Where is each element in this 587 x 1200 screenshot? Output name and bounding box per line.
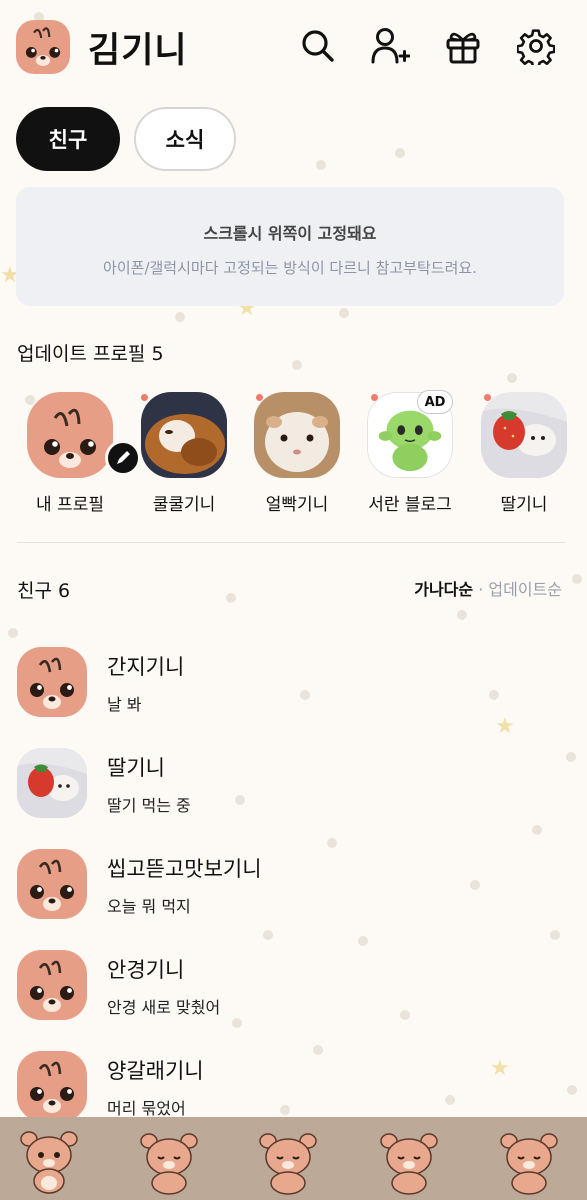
gift-button[interactable] <box>443 26 483 66</box>
profile-item-blog[interactable]: AD 서란 블로그 <box>360 390 460 515</box>
profile-item-kulkul[interactable]: 쿨쿨기니 <box>134 392 234 515</box>
bear-sleeping-icon <box>380 1133 438 1195</box>
bottom-tab-4[interactable] <box>374 1125 444 1195</box>
guinea-pig-sleeping-image <box>141 392 227 478</box>
guinea-pig-photo <box>254 392 340 478</box>
bear-sleeping-icon <box>259 1133 317 1195</box>
notice-banner: 스크롤시 위쪽이 고정돼요 아이폰/갤럭시마다 고정되는 방식이 다르니 참고부… <box>16 187 564 306</box>
bottom-tab-bar <box>0 1117 587 1200</box>
profile-item-ttalgini[interactable]: 딸기니 <box>474 392 574 515</box>
top-header: 김기니 <box>0 0 587 92</box>
bottom-tab-3[interactable] <box>253 1125 323 1195</box>
bear-avatar-image <box>17 1051 87 1121</box>
bottom-tab-2[interactable] <box>134 1125 204 1195</box>
hamster-photo <box>17 748 87 818</box>
pencil-icon <box>117 451 130 464</box>
profile-name: 서란 블로그 <box>368 495 452 515</box>
bear-avatar-image <box>27 392 113 478</box>
friend-name: 간지기니 <box>107 655 185 679</box>
new-dot <box>141 394 148 401</box>
sort-updated[interactable]: 업데이트순 <box>488 580 562 599</box>
bear-avatar-image <box>17 849 87 919</box>
profile-item-my-profile[interactable]: 내 프로필 <box>20 392 141 515</box>
bear-face-icon <box>17 647 87 717</box>
friend-row-ttalgini[interactable]: 딸기니 딸기 먹는 중 <box>0 748 587 828</box>
sort-options: 가나다순 · 업데이트순 <box>414 576 562 600</box>
friend-row-ssipgo[interactable]: 씹고뜯고맛보기니 오늘 뭐 먹지 <box>0 849 587 929</box>
strawberry-hat-hamster-image <box>17 748 87 818</box>
friend-status: 날 봐 <box>107 695 142 714</box>
friend-name: 안경기니 <box>107 958 185 982</box>
my-profile-avatar[interactable] <box>16 20 70 74</box>
guinea-pig-photo <box>141 392 227 478</box>
section-divider <box>17 542 565 543</box>
updated-profiles-title: 업데이트 프로필 5 <box>17 343 164 365</box>
notice-subtitle: 아이폰/갤럭시마다 고정되는 방식이 다르니 참고부탁드려요. <box>103 259 477 277</box>
profile-name: 딸기니 <box>500 495 548 515</box>
updated-profiles-list: 내 프로필 쿨쿨기니 얼빡기니 AD 서란 블로그 딸기니 <box>0 390 587 522</box>
profile-name: 얼빡기니 <box>265 495 329 515</box>
bear-avatar-image <box>17 647 87 717</box>
search-icon <box>302 30 334 62</box>
bear-face-icon <box>27 392 113 478</box>
friend-status: 안경 새로 맞췄어 <box>107 998 221 1017</box>
bear-sleeping-icon <box>140 1133 198 1195</box>
bear-face-icon <box>16 20 70 74</box>
profile-item-eolppak[interactable]: 얼빡기니 <box>247 392 347 515</box>
add-friend-button[interactable] <box>370 26 410 66</box>
settings-button[interactable] <box>516 26 556 66</box>
friend-status: 오늘 뭐 먹지 <box>107 897 191 916</box>
friend-name: 딸기니 <box>107 756 165 780</box>
friend-row-ganji[interactable]: 간지기니 날 봐 <box>0 647 587 727</box>
tab-friends[interactable]: 친구 <box>16 107 120 171</box>
guinea-pig-closeup-image <box>254 392 340 478</box>
sort-separator: · <box>478 580 484 599</box>
profile-name: 내 프로필 <box>36 495 104 515</box>
add-friend-icon <box>371 28 410 64</box>
strawberry-hat-hamster-image <box>481 392 567 478</box>
tab-news[interactable]: 소식 <box>134 107 236 171</box>
bear-avatar-image <box>17 950 87 1020</box>
profile-name: 쿨쿨기니 <box>152 495 216 515</box>
friend-name: 씹고뜯고맛보기니 <box>107 857 262 881</box>
search-button[interactable] <box>298 26 338 66</box>
page-title: 김기니 <box>88 31 188 71</box>
friends-title: 친구 6 <box>17 580 71 602</box>
bottom-tab-1[interactable] <box>14 1125 84 1195</box>
bear-waving-icon <box>20 1131 78 1194</box>
gift-icon <box>446 32 480 64</box>
bear-face-icon <box>17 950 87 1020</box>
friend-row-angyeong[interactable]: 안경기니 안경 새로 맞췄어 <box>0 950 587 1030</box>
settings-icon <box>517 29 555 65</box>
bottom-tab-5[interactable] <box>494 1125 564 1195</box>
friend-status: 머리 묶었어 <box>107 1099 186 1118</box>
notice-title: 스크롤시 위쪽이 고정돼요 <box>203 224 377 243</box>
friend-status: 딸기 먹는 중 <box>107 796 191 815</box>
friend-name: 양갈래기니 <box>107 1059 204 1083</box>
bear-face-icon <box>17 1051 87 1121</box>
bear-face-icon <box>17 849 87 919</box>
sort-alphabetical[interactable]: 가나다순 <box>414 580 473 599</box>
ad-badge: AD <box>417 390 453 414</box>
bear-sleeping-icon <box>500 1133 558 1195</box>
hamster-photo <box>481 392 567 478</box>
